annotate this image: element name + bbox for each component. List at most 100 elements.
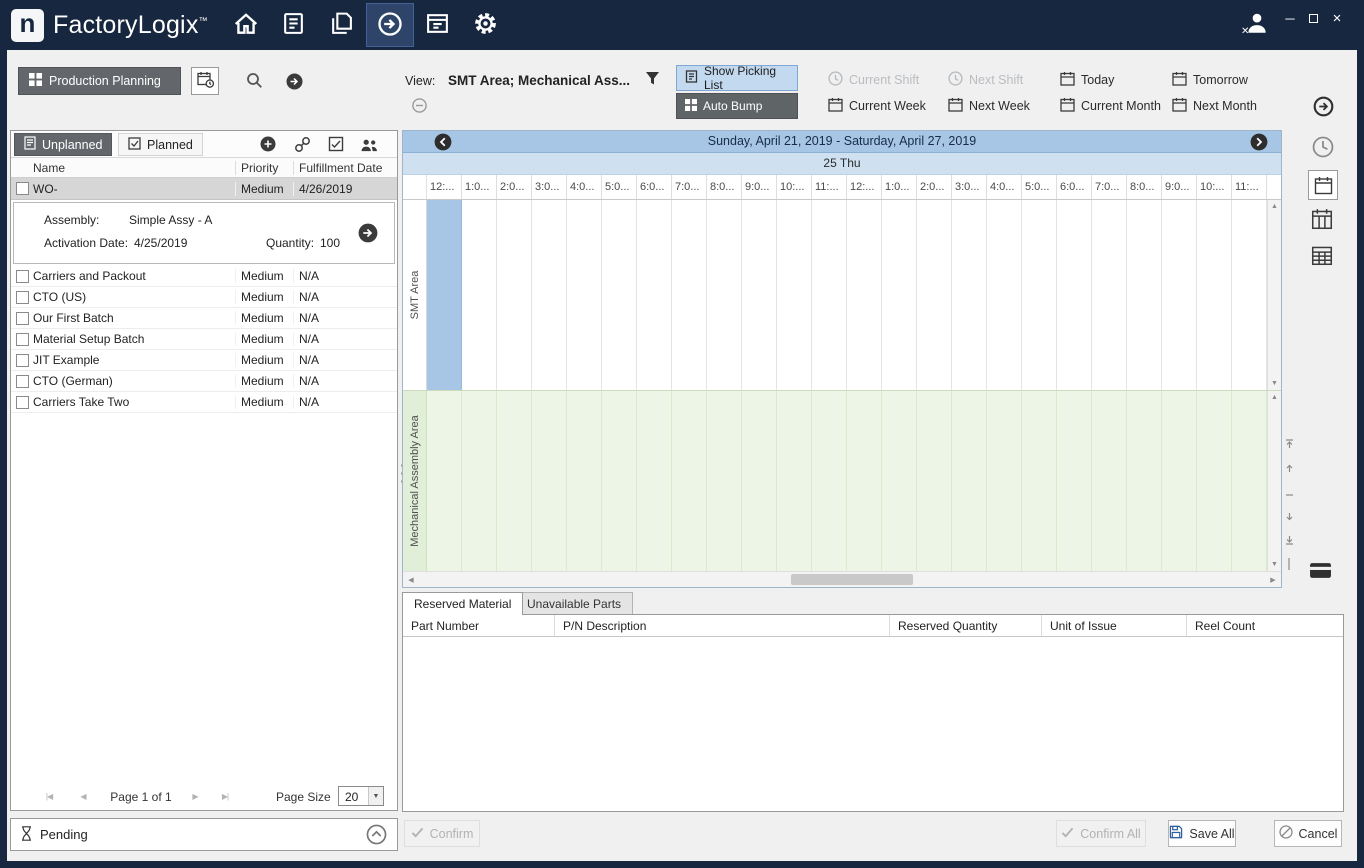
schedule-cell[interactable] bbox=[497, 391, 532, 571]
table-row[interactable]: Material Setup BatchMediumN/A bbox=[11, 329, 397, 350]
today-button[interactable]: Today bbox=[1060, 71, 1114, 89]
column-header[interactable]: Reel Count bbox=[1187, 615, 1343, 636]
schedule-cell[interactable] bbox=[707, 200, 742, 390]
schedule-cell[interactable] bbox=[602, 200, 637, 390]
batch-tasks-icon[interactable] bbox=[328, 136, 344, 155]
table-row[interactable]: JIT ExampleMediumN/A bbox=[11, 350, 397, 371]
row-checkbox[interactable] bbox=[16, 396, 29, 409]
mech-grid[interactable] bbox=[427, 391, 1267, 571]
horizontal-scrollbar[interactable]: ◀ ▶ bbox=[403, 571, 1281, 587]
schedule-cell[interactable] bbox=[1057, 391, 1092, 571]
row-checkbox[interactable] bbox=[16, 312, 29, 325]
schedule-cell[interactable] bbox=[427, 200, 462, 390]
add-work-order-icon[interactable] bbox=[260, 136, 276, 155]
schedule-cell[interactable] bbox=[532, 391, 567, 571]
column-header-fulfillment[interactable]: Fulfillment Date bbox=[293, 161, 397, 175]
row-checkbox[interactable] bbox=[16, 354, 29, 367]
tab-planned[interactable]: Planned bbox=[118, 133, 203, 156]
zoom-controls[interactable] bbox=[1283, 438, 1295, 573]
table-row[interactable]: Carriers Take TwoMediumN/A bbox=[11, 392, 397, 413]
day-view-button[interactable] bbox=[1308, 170, 1338, 200]
schedule-cell[interactable] bbox=[847, 391, 882, 571]
schedule-cell[interactable] bbox=[1162, 391, 1197, 571]
scroll-down-icon[interactable]: ▼ bbox=[1271, 380, 1278, 387]
schedule-cell[interactable] bbox=[1127, 200, 1162, 390]
schedule-cell[interactable] bbox=[462, 391, 497, 571]
expand-up-button[interactable] bbox=[366, 824, 387, 845]
schedule-cell[interactable] bbox=[567, 200, 602, 390]
maximize-button[interactable] bbox=[1303, 8, 1323, 28]
schedule-cell[interactable] bbox=[497, 200, 532, 390]
schedule-cell[interactable] bbox=[987, 391, 1022, 571]
production-planning-button[interactable]: Production Planning bbox=[18, 67, 181, 95]
schedule-cell[interactable] bbox=[567, 391, 602, 571]
schedule-cell[interactable] bbox=[462, 200, 497, 390]
column-header-priority[interactable]: Priority bbox=[235, 161, 293, 175]
smt-grid[interactable] bbox=[427, 200, 1267, 390]
schedule-cell[interactable] bbox=[1092, 391, 1127, 571]
search-icon[interactable] bbox=[246, 72, 263, 92]
current-month-button[interactable]: Current Month bbox=[1060, 97, 1161, 115]
scroll-right-icon[interactable]: ▶ bbox=[1265, 572, 1281, 587]
schedule-cell[interactable] bbox=[1197, 391, 1232, 571]
schedule-cell[interactable] bbox=[602, 391, 637, 571]
scrollbar-thumb[interactable] bbox=[791, 574, 913, 585]
row-checkbox[interactable] bbox=[16, 375, 29, 388]
scroll-up-icon[interactable]: ▲ bbox=[1271, 394, 1278, 401]
nav-dispatch-button[interactable] bbox=[366, 3, 414, 47]
cancel-button[interactable]: Cancel bbox=[1274, 820, 1342, 847]
tab-unavailable-parts[interactable]: Unavailable Parts bbox=[515, 592, 633, 615]
table-row[interactable]: CTO (US)MediumN/A bbox=[11, 287, 397, 308]
schedule-cell[interactable] bbox=[917, 200, 952, 390]
scroll-down-icon[interactable]: ▼ bbox=[1271, 561, 1278, 568]
refresh-schedule-icon[interactable] bbox=[1313, 96, 1334, 117]
column-header[interactable]: Reserved Quantity bbox=[890, 615, 1042, 636]
scroll-top-icon[interactable] bbox=[1285, 438, 1294, 452]
prev-period-button[interactable] bbox=[434, 133, 452, 151]
schedule-cell[interactable] bbox=[1127, 391, 1162, 571]
row-checkbox[interactable] bbox=[16, 270, 29, 283]
column-header-name[interactable]: Name bbox=[11, 161, 235, 175]
schedule-cell[interactable] bbox=[1092, 200, 1127, 390]
filter-icon[interactable] bbox=[645, 71, 660, 89]
schedule-cell[interactable] bbox=[952, 391, 987, 571]
month-view-button[interactable] bbox=[1311, 244, 1333, 266]
remove-view-icon[interactable] bbox=[412, 98, 427, 116]
schedule-cell[interactable] bbox=[882, 200, 917, 390]
schedule-cell[interactable] bbox=[1162, 200, 1197, 390]
next-week-button[interactable]: Next Week bbox=[948, 97, 1030, 115]
scroll-up-small-icon[interactable] bbox=[1285, 462, 1294, 476]
table-row[interactable]: CTO (German)MediumN/A bbox=[11, 371, 397, 392]
view-value[interactable]: SMT Area; Mechanical Ass... bbox=[448, 73, 630, 88]
schedule-cell[interactable] bbox=[742, 391, 777, 571]
table-row[interactable]: Our First BatchMediumN/A bbox=[11, 308, 397, 329]
row-checkbox[interactable] bbox=[16, 291, 29, 304]
schedule-cell[interactable] bbox=[1232, 391, 1267, 571]
week-view-button[interactable] bbox=[1311, 208, 1333, 230]
schedule-cell[interactable] bbox=[427, 391, 462, 571]
scroll-left-icon[interactable]: ◀ bbox=[403, 572, 419, 587]
vertical-scrollbar[interactable]: ▲ ▼ bbox=[1267, 200, 1281, 390]
row-checkbox[interactable] bbox=[16, 182, 29, 195]
nav-production-button[interactable] bbox=[270, 3, 318, 47]
schedule-cell[interactable] bbox=[882, 391, 917, 571]
column-header[interactable]: P/N Description bbox=[555, 615, 890, 636]
schedule-cell[interactable] bbox=[1232, 200, 1267, 390]
auto-bump-button[interactable]: Auto Bump bbox=[676, 93, 798, 119]
zoom-handle-icon[interactable] bbox=[1285, 486, 1294, 500]
scroll-bottom-icon[interactable] bbox=[1285, 534, 1294, 548]
scroll-down-small-icon[interactable] bbox=[1285, 510, 1294, 524]
schedule-cell[interactable] bbox=[742, 200, 777, 390]
schedule-cell[interactable] bbox=[672, 200, 707, 390]
row-checkbox[interactable] bbox=[16, 333, 29, 346]
schedule-cell[interactable] bbox=[812, 200, 847, 390]
nav-home-button[interactable] bbox=[222, 3, 270, 47]
vertical-scrollbar[interactable]: ▲ ▼ bbox=[1267, 391, 1281, 571]
logout-user-button[interactable]: ✕ bbox=[1244, 10, 1272, 38]
current-week-button[interactable]: Current Week bbox=[828, 97, 926, 115]
table-row-selected[interactable]: WO- Medium 4/26/2019 bbox=[11, 178, 397, 200]
tab-reserved-material[interactable]: Reserved Material bbox=[402, 592, 523, 615]
go-to-work-order-icon[interactable] bbox=[286, 73, 303, 93]
tab-unplanned[interactable]: Unplanned bbox=[14, 133, 112, 156]
nav-settings-button[interactable] bbox=[462, 3, 510, 47]
